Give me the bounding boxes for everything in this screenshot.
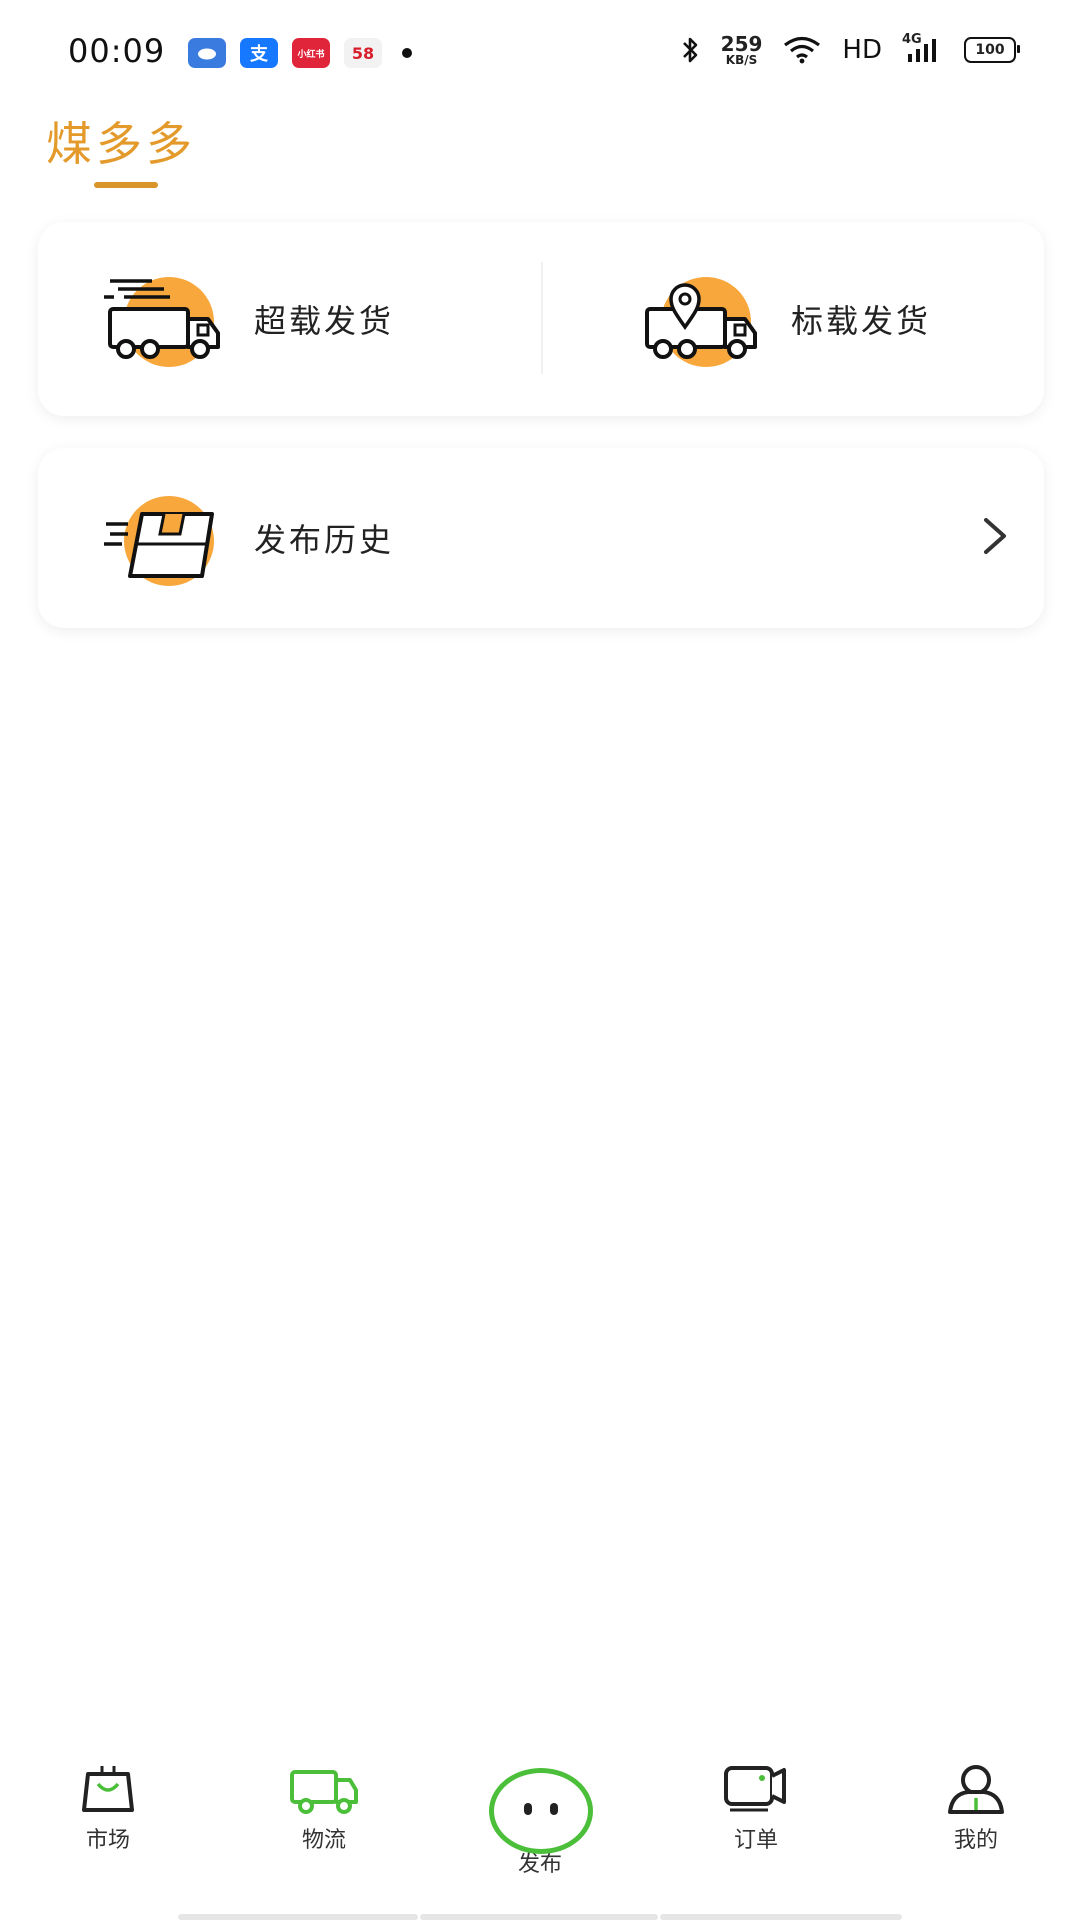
standard-shipping-label: 标载发货 <box>791 302 932 340</box>
nav-profile-label: 我的 <box>953 1828 998 1853</box>
nav-logistics[interactable]: 物流 <box>264 1760 384 1854</box>
battery-indicator: 100 <box>964 37 1020 63</box>
nav-orders[interactable]: 订单 <box>696 1760 816 1854</box>
location-truck-icon <box>641 269 761 369</box>
speed-value: 259 <box>720 32 763 56</box>
publish-history-label: 发布历史 <box>254 521 395 559</box>
person-icon <box>948 1765 1004 1814</box>
gesture-bar-segment <box>178 1914 418 1920</box>
bluetooth-icon <box>682 37 697 63</box>
cloud-app-icon <box>188 38 226 68</box>
58-app-icon: 58 <box>344 38 382 68</box>
standard-shipping-button[interactable]: 标载发货 <box>541 222 1044 416</box>
nav-market[interactable]: 市场 <box>48 1760 168 1854</box>
gesture-bar-segment <box>660 1914 902 1920</box>
alipay-app-icon: 支 <box>240 38 278 68</box>
nav-logistics-label: 物流 <box>301 1828 346 1853</box>
speed-truck-icon <box>104 269 224 369</box>
order-icon <box>724 1766 786 1812</box>
signal-bars-icon <box>908 39 936 62</box>
face-eye-left <box>524 1803 532 1815</box>
network-speed: 259 KB/S <box>721 34 763 66</box>
fast-box-icon <box>104 488 224 588</box>
chevron-right-icon <box>984 518 1006 554</box>
hd-indicator: HD <box>842 35 882 65</box>
speed-unit: KB/S <box>725 53 758 67</box>
nav-profile[interactable]: 我的 <box>916 1760 1036 1854</box>
overload-shipping-label: 超载发货 <box>254 302 395 340</box>
shopping-bag-icon <box>82 1766 134 1812</box>
more-notifications-dot <box>402 48 412 58</box>
xiaohongshu-app-icon: 小红书 <box>292 38 330 68</box>
nav-orders-label: 订单 <box>733 1828 778 1853</box>
status-indicators: 259 KB/S HD 4G 100 <box>679 32 1020 66</box>
overload-shipping-button[interactable]: 超载发货 <box>38 222 541 416</box>
page-title: 煤多多 <box>46 117 196 171</box>
shipping-actions-card: 超载发货 标载发货 <box>38 222 1044 416</box>
status-bar: 00:09 支 小红书 58 259 KB/S HD 4G 100 <box>0 0 1080 110</box>
face-eye-right <box>550 1803 558 1815</box>
publish-history-button[interactable]: 发布历史 <box>38 448 1044 628</box>
gesture-bar-segment <box>420 1914 658 1920</box>
title-underline <box>94 182 158 188</box>
notification-icons: 支 小红书 58 <box>188 38 412 68</box>
publish-button[interactable] <box>489 1768 593 1854</box>
wifi-icon <box>784 36 821 64</box>
nav-market-label: 市场 <box>85 1828 130 1853</box>
status-time: 00:09 <box>68 32 166 70</box>
truck-icon <box>290 1770 358 1814</box>
cell-signal: 4G <box>902 32 944 64</box>
